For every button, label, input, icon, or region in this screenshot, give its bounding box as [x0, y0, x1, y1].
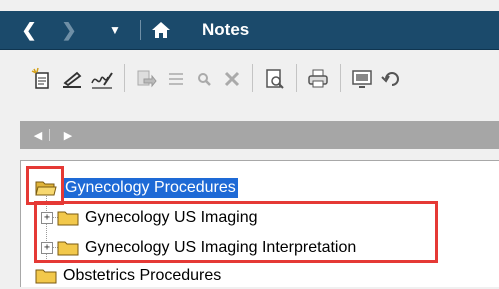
page-title: Notes — [202, 20, 250, 39]
tree-item-label: Gynecology Procedures — [63, 178, 238, 198]
signature-icon[interactable] — [90, 67, 114, 91]
new-note-icon[interactable] — [30, 67, 54, 91]
highlight-box — [26, 166, 64, 205]
toolbar — [0, 50, 499, 108]
list-icon[interactable] — [164, 67, 188, 91]
triangle-left-icon[interactable]: ◀ — [28, 121, 48, 149]
document-preview-icon[interactable] — [262, 67, 286, 91]
title-bar: ❮ ❯ ▼ Notes — [0, 11, 499, 50]
search-icon[interactable] — [192, 67, 216, 91]
caret-down-icon[interactable]: ▼ — [104, 11, 126, 49]
display-icon[interactable] — [350, 67, 374, 91]
highlight-box — [34, 201, 438, 263]
chevron-left-icon[interactable]: ❮ — [18, 11, 40, 49]
tree-item-label: Obstetrics Procedures — [63, 267, 222, 284]
home-icon[interactable] — [150, 19, 172, 41]
divider — [296, 64, 297, 92]
refresh-icon[interactable] — [380, 67, 404, 91]
chevron-right-icon[interactable]: ❯ — [58, 11, 80, 49]
delete-icon[interactable] — [220, 67, 244, 91]
print-icon[interactable] — [306, 67, 330, 91]
tree-item-obstetrics-procedures[interactable]: Obstetrics Procedures — [35, 263, 221, 289]
divider — [252, 64, 253, 92]
forward-icon[interactable] — [134, 67, 158, 91]
divider — [140, 20, 141, 40]
divider — [49, 129, 50, 141]
tree-item-gynecology-procedures[interactable]: Gynecology Procedures — [35, 175, 238, 201]
pager-bar: ◀ ▶ — [20, 121, 499, 149]
divider — [124, 64, 125, 92]
divider — [340, 64, 341, 92]
folder-icon — [35, 269, 57, 284]
sign-icon[interactable] — [60, 67, 84, 91]
triangle-right-icon[interactable]: ▶ — [58, 121, 78, 149]
